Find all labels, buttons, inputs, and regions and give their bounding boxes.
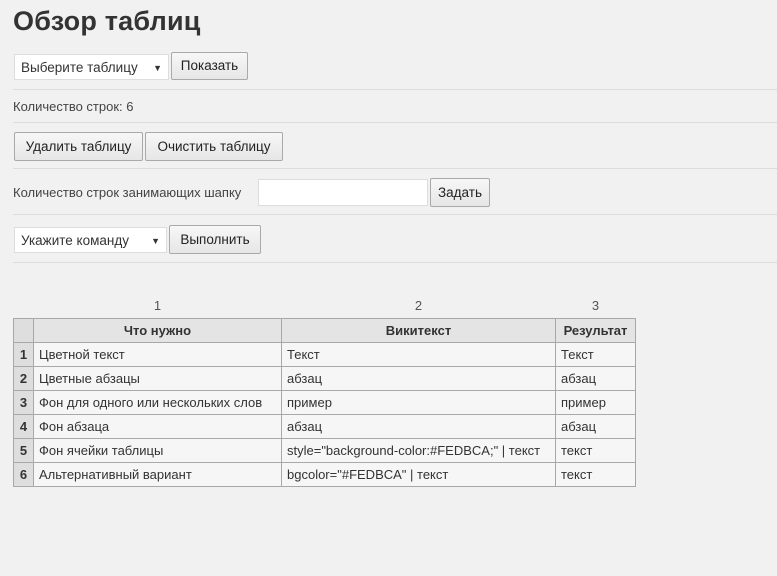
- table-cell: Цветные абзацы: [33, 365, 282, 391]
- table-select[interactable]: Выберите таблицу ▼: [14, 54, 169, 80]
- corner-cell: [14, 294, 34, 318]
- show-button[interactable]: Показать: [171, 52, 248, 80]
- table-row: 5 Фон ячейки таблицы style="background-c…: [13, 437, 636, 463]
- table-cell: Текст: [555, 341, 636, 367]
- column-header: Викитекст: [281, 317, 556, 343]
- header-rows-label: Количество строк занимающих шапку: [13, 185, 242, 200]
- row-number: 4: [13, 413, 34, 439]
- column-number: 3: [591, 298, 600, 314]
- preview-table: 1 2 3 Что нужно Викитекст Результат 1 Цв…: [13, 294, 636, 487]
- table-cell: bgcolor="#FEDBCA" | текст: [281, 461, 556, 487]
- clear-table-button[interactable]: Очистить таблицу: [145, 132, 283, 161]
- row-number: 6: [13, 461, 34, 487]
- row-number: 3: [13, 389, 34, 415]
- run-button[interactable]: Выполнить: [169, 225, 261, 254]
- command-select[interactable]: Укажите команду ▼: [14, 227, 167, 253]
- table-cell: пример: [281, 389, 556, 415]
- column-number-row: 1 2 3: [14, 294, 636, 318]
- dropdown-arrow-icon: ▼: [151, 236, 160, 246]
- table-cell: Текст: [281, 341, 556, 367]
- divider: [13, 214, 777, 215]
- table-cell: style="background-color:#FEDBCA;" | текс…: [281, 437, 556, 463]
- column-number: 1: [153, 298, 162, 314]
- delete-table-button[interactable]: Удалить таблицу: [14, 132, 143, 161]
- divider: [13, 89, 777, 90]
- dropdown-arrow-icon: ▼: [153, 63, 162, 73]
- table-cell: Альтернативный вариант: [33, 461, 282, 487]
- table-header-row: Что нужно Викитекст Результат: [13, 317, 636, 343]
- table-cell: пример: [555, 389, 636, 415]
- column-header: Что нужно: [33, 317, 282, 343]
- row-count-text: Количество строк: 6: [13, 99, 134, 114]
- column-number: 2: [414, 298, 423, 314]
- header-rows-input[interactable]: [258, 179, 428, 206]
- table-cell: Фон для одного или нескольких слов: [33, 389, 282, 415]
- row-number: 2: [13, 365, 34, 391]
- table-cell: абзац: [555, 365, 636, 391]
- table-row: 6 Альтернативный вариант bgcolor="#FEDBC…: [13, 461, 636, 487]
- table-row: 3 Фон для одного или нескольких слов при…: [13, 389, 636, 415]
- row-number: 1: [13, 341, 34, 367]
- table-row: 2 Цветные абзацы абзац абзац: [13, 365, 636, 391]
- table-select-value: Выберите таблицу: [21, 60, 138, 75]
- table-row: 4 Фон абзаца абзац абзац: [13, 413, 636, 439]
- table-cell: Фон ячейки таблицы: [33, 437, 282, 463]
- table-cell: абзац: [281, 365, 556, 391]
- row-number-header: [13, 317, 34, 343]
- divider: [13, 168, 777, 169]
- divider: [13, 262, 777, 263]
- table-cell: абзац: [555, 413, 636, 439]
- table-cell: текст: [555, 437, 636, 463]
- page-title: Обзор таблиц: [13, 6, 201, 36]
- column-header: Результат: [555, 317, 636, 343]
- divider: [13, 122, 777, 123]
- set-button[interactable]: Задать: [430, 178, 490, 207]
- table-cell: текст: [555, 461, 636, 487]
- table-cell: абзац: [281, 413, 556, 439]
- table-row: 1 Цветной текст Текст Текст: [13, 341, 636, 367]
- table-cell: Фон абзаца: [33, 413, 282, 439]
- command-select-value: Укажите команду: [21, 233, 129, 248]
- table-cell: Цветной текст: [33, 341, 282, 367]
- row-number: 5: [13, 437, 34, 463]
